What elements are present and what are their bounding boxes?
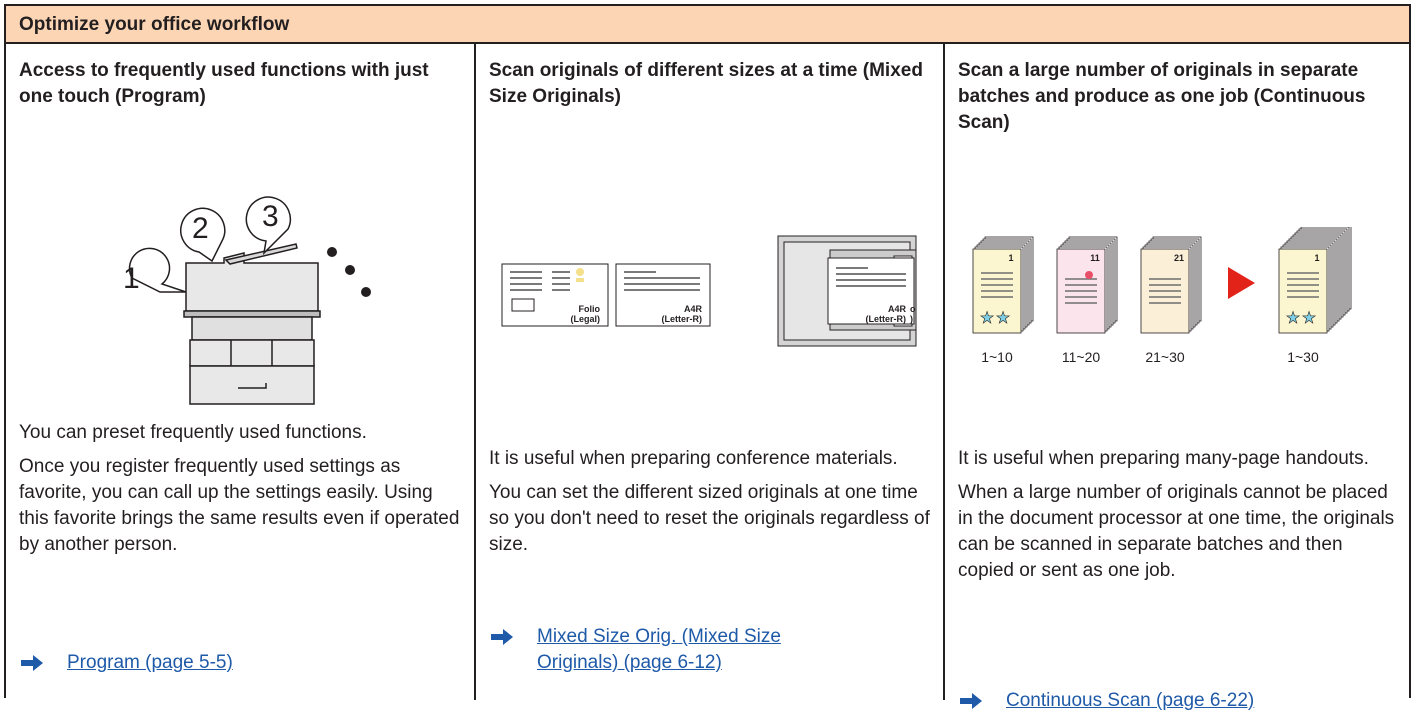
- reference-link-row: Mixed Size Orig. (Mixed Size Originals) …: [489, 624, 934, 684]
- page-range-label: 21~30: [1145, 349, 1185, 365]
- svg-text:2: 2: [192, 212, 209, 245]
- paper-size-label: (Legal): [570, 314, 600, 324]
- paper-size-label: A4R: [888, 304, 907, 314]
- play-arrow-icon: [1228, 267, 1255, 299]
- section-header: Optimize your office workflow: [6, 6, 1409, 44]
- description-paragraph: It is useful when preparing many-page ha…: [958, 448, 1369, 469]
- document-feeder-icon: A4R (Letter-R) o ): [777, 235, 917, 347]
- mixed-size-page-link[interactable]: Originals) (page 6-12): [537, 650, 722, 676]
- feature-description: You can preset frequently used functions…: [19, 420, 464, 566]
- star-icon: ★: [980, 310, 994, 327]
- paper-size-label: (Letter-R): [662, 314, 703, 324]
- feature-description: It is useful when preparing many-page ha…: [958, 446, 1403, 592]
- workflow-panel: Optimize your office workflow Access to …: [4, 4, 1411, 711]
- printer-icon: [183, 243, 321, 405]
- star-icon: ★: [1302, 310, 1316, 327]
- feature-description: It is useful when preparing conference m…: [489, 446, 934, 566]
- page-range-label: 1~30: [1287, 349, 1319, 365]
- mixed-size-illustration: Folio (Legal) A4R (Letter-R) A4R (Letter…: [501, 235, 917, 347]
- continuous-scan-illustration: 1★ ★1~101111~202121~301★ ★1~30: [972, 227, 1352, 365]
- description-paragraph: Once you register frequently used settin…: [19, 456, 460, 555]
- paper-size-label: A4R: [684, 304, 703, 314]
- description-paragraph: When a large number of originals cannot …: [958, 482, 1395, 581]
- page-number-label: 1: [1008, 253, 1013, 263]
- page-number-label: 21: [1174, 253, 1184, 263]
- arrow-right-icon: [21, 655, 43, 671]
- mfp-program-illustration: 1 2 3: [123, 196, 371, 405]
- star-icon: ★: [996, 310, 1010, 327]
- feature-column-continuous-scan: Scan a large number of originals in sepa…: [943, 44, 1411, 711]
- page-stack-icon: 21 21~30: [1140, 236, 1202, 365]
- continuous-scan-page-link[interactable]: Continuous Scan (page 6-22): [1006, 688, 1254, 714]
- paper-size-label: Folio: [579, 304, 601, 314]
- feature-title: Scan originals of different sizes at a t…: [489, 60, 923, 107]
- paper-folio-icon: Folio (Legal): [501, 263, 609, 327]
- paper-size-label: (Letter-R): [866, 314, 907, 324]
- paper-size-label: ): [910, 314, 913, 324]
- program-page-link[interactable]: Program (page 5-5): [67, 650, 233, 676]
- description-paragraph: It is useful when preparing conference m…: [489, 448, 898, 469]
- page-stack-icon: 1 ★ ★ 1~30: [1278, 227, 1352, 365]
- description-paragraph: You can set the different sized original…: [489, 482, 930, 555]
- section-title: Optimize your office workflow: [19, 14, 290, 35]
- star-icon: ★: [1286, 310, 1300, 327]
- arrow-right-icon: [960, 693, 982, 709]
- arrow-right-icon: [491, 629, 513, 645]
- badge-3-icon: 3: [245, 196, 292, 256]
- paper-a4r-icon: A4R (Letter-R): [615, 263, 711, 327]
- page-range-label: 11~20: [1062, 349, 1100, 365]
- svg-text:1: 1: [123, 262, 140, 295]
- page-number-label: 1: [1314, 253, 1319, 263]
- feature-title: Scan a large number of originals in sepa…: [958, 60, 1366, 133]
- svg-text:3: 3: [262, 200, 279, 233]
- page-stack-icon: 11 11~20: [1056, 236, 1118, 365]
- marker-dot-icon: [1085, 271, 1093, 279]
- ellipsis-dots-icon: [327, 247, 371, 297]
- badge-1-icon: 1: [123, 247, 187, 295]
- description-paragraph: You can preset frequently used functions…: [19, 422, 367, 443]
- feature-column-program: Access to frequently used functions with…: [6, 44, 474, 700]
- page-range-label: 1~10: [981, 349, 1013, 365]
- page-number-label: 11: [1090, 253, 1100, 263]
- feature-column-mixed-size: Scan originals of different sizes at a t…: [474, 44, 943, 700]
- mixed-size-page-link[interactable]: Mixed Size Orig. (Mixed Size: [537, 624, 781, 650]
- badge-2-icon: 2: [180, 207, 226, 263]
- paper-size-label: o: [910, 304, 916, 314]
- page-stack-icon: 1 ★ ★ 1~10: [972, 236, 1034, 365]
- feature-title: Access to frequently used functions with…: [19, 60, 429, 107]
